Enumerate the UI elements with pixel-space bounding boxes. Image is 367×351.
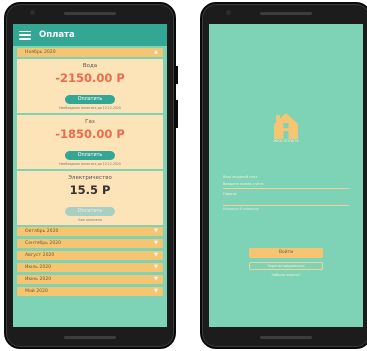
- chevron-down-icon: ▼: [154, 288, 158, 294]
- month-label: Июль 2020: [25, 265, 52, 270]
- bill-amount: 15.5 Р: [69, 183, 111, 197]
- menu-icon[interactable]: [19, 30, 31, 40]
- bill-card-electricity: Электричество 15.5 Р Оплатить Уже оплаче…: [17, 171, 163, 225]
- bill-note: Необходимо оплатить до 10.12.2020: [59, 106, 121, 110]
- chevron-down-icon: ▼: [154, 264, 158, 270]
- pay-button-disabled[interactable]: Оплатить: [65, 207, 115, 216]
- month-label: Сентябрь 2020: [25, 241, 62, 246]
- house-logo-icon: [274, 113, 298, 139]
- speaker: [64, 12, 116, 15]
- pay-button[interactable]: Оплатить: [65, 151, 115, 160]
- month-item[interactable]: Май 2020 ▼: [17, 287, 163, 296]
- login-button[interactable]: Войти: [249, 248, 323, 258]
- month-item[interactable]: Октябрь 2020 ▼: [17, 227, 163, 236]
- app-bar: Оплата: [13, 24, 167, 46]
- logo-caption: ЖКХ-ОПЛАТА: [273, 139, 299, 143]
- chevron-up-icon: ▲: [154, 49, 158, 55]
- page-title: Оплата: [39, 30, 75, 40]
- login-screen: ЖКХ-ОПЛАТА Ваш лицевой счёт Введите номе…: [209, 24, 363, 327]
- pay-button[interactable]: Оплатить: [65, 95, 115, 104]
- password-hint: Минимум 6 символов: [223, 207, 259, 211]
- month-expanded-header[interactable]: Ноябрь 2020 ▲: [17, 48, 163, 57]
- speaker: [260, 12, 312, 15]
- bill-name: Газ: [85, 119, 95, 125]
- camera: [30, 10, 35, 15]
- password-underline: [223, 205, 349, 206]
- account-underline: [223, 188, 349, 189]
- chevron-down-icon: ▼: [154, 252, 158, 258]
- bill-name: Электричество: [68, 175, 112, 181]
- login-form: Ваш лицевой счёт Введите номер счёта Пар…: [223, 172, 349, 211]
- chevron-down-icon: ▼: [154, 228, 158, 234]
- month-label: Ноябрь 2020: [25, 50, 56, 55]
- bill-note: Уже оплачено: [78, 218, 102, 222]
- bill-amount: -1850.00 Р: [55, 127, 125, 141]
- month-item[interactable]: Июнь 2020 ▼: [17, 275, 163, 284]
- payments-screen: Оплата Ноябрь 2020 ▲ Вода -2150.00 Р Опл…: [13, 24, 167, 327]
- password-field[interactable]: [223, 199, 349, 203]
- month-label: Август 2020: [25, 253, 55, 258]
- camera: [226, 10, 231, 15]
- month-label: Июнь 2020: [25, 277, 52, 282]
- bill-card-gas: Газ -1850.00 Р Оплатить Необходимо оплат…: [17, 115, 163, 169]
- power-button: [176, 100, 178, 128]
- home-bar: [64, 336, 116, 339]
- month-item[interactable]: Август 2020 ▼: [17, 251, 163, 260]
- month-item[interactable]: Июль 2020 ▼: [17, 263, 163, 272]
- month-label: Октябрь 2020: [25, 229, 59, 234]
- chevron-down-icon: ▼: [154, 276, 158, 282]
- bill-name: Вода: [82, 63, 98, 69]
- phone-right: ЖКХ-ОПЛАТА Ваш лицевой счёт Введите номе…: [200, 2, 367, 349]
- phone-left: Оплата Ноябрь 2020 ▲ Вода -2150.00 Р Опл…: [4, 2, 178, 349]
- bill-amount: -2150.00 Р: [55, 71, 125, 85]
- home-bar: [260, 336, 312, 339]
- bill-card-water: Вода -2150.00 Р Оплатить Необходимо опла…: [17, 59, 163, 113]
- account-label: Ваш лицевой счёт: [223, 175, 258, 179]
- password-label: Пароль: [223, 192, 237, 196]
- chevron-down-icon: ▼: [154, 240, 158, 246]
- month-label: Май 2020: [25, 289, 48, 294]
- register-button[interactable]: Зарегистрироваться: [249, 262, 323, 270]
- volume-button: [176, 66, 178, 84]
- bill-note: Необходимо оплатить до 10.12.2020: [59, 162, 121, 166]
- forgot-password-link[interactable]: Забыли пароль?: [209, 273, 363, 277]
- account-field[interactable]: Введите номер счёта: [223, 182, 349, 186]
- month-list: Октябрь 2020 ▼ Сентябрь 2020 ▼ Август 20…: [17, 227, 163, 296]
- month-item[interactable]: Сентябрь 2020 ▼: [17, 239, 163, 248]
